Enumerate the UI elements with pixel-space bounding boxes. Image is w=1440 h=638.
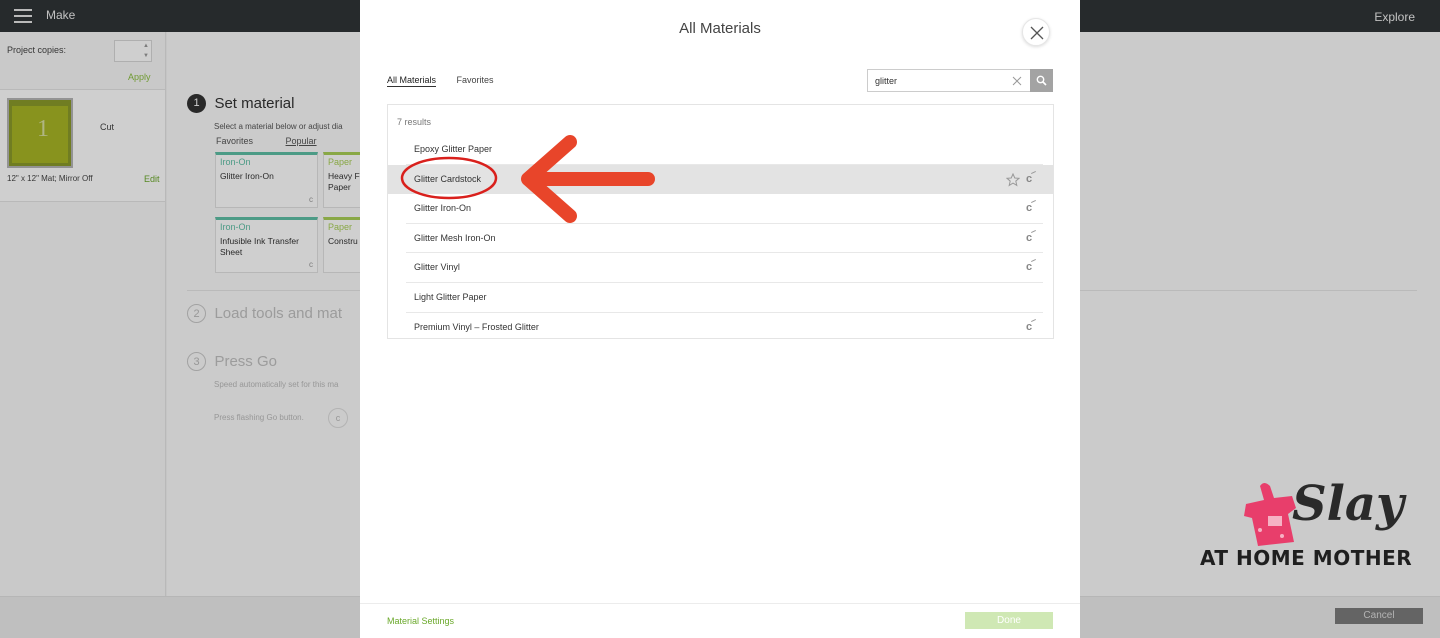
watermark-logo: Slay AT HOME MOTHER bbox=[1200, 476, 1430, 573]
logo-slay: Slay bbox=[1292, 476, 1404, 532]
logo-at-home-mother: AT HOME MOTHER bbox=[1200, 546, 1413, 570]
highlight-circle bbox=[400, 156, 498, 200]
arrow-left-icon bbox=[521, 135, 655, 223]
